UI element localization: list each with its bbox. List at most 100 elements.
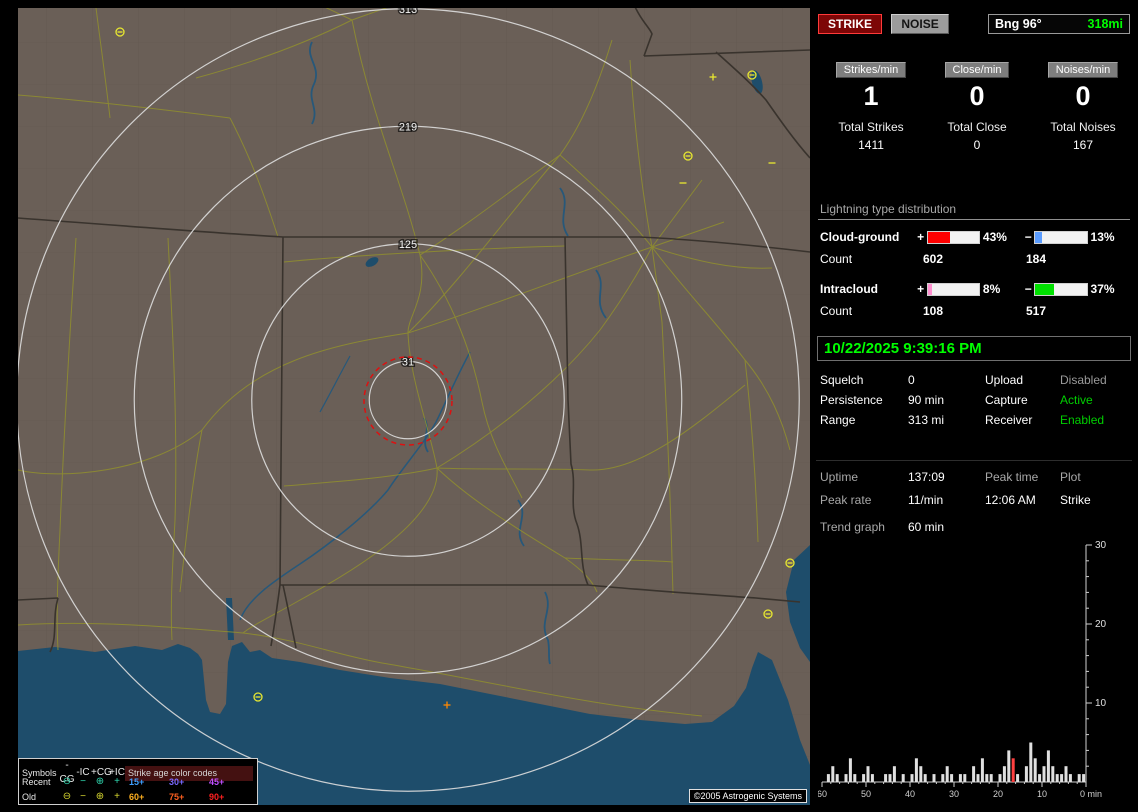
lightning-map[interactable]: 313 219 125 31 Symbols -CG -IC +CG +IC Stri…	[18, 8, 810, 805]
peak-time-label: Peak time	[985, 470, 1060, 484]
pos-cg-old-icon: ⊕	[91, 790, 109, 804]
age-30: 30+	[165, 775, 205, 789]
rate-counters: Strikes/min 1 Total Strikes 1411 Close/m…	[816, 62, 1132, 152]
pos-ic-recent-icon: +	[109, 775, 125, 789]
map-canvas[interactable]: 313 219 125 31	[18, 8, 810, 805]
total-strikes-value: 1411	[818, 138, 924, 152]
strikes-per-min-label: Strikes/min	[836, 62, 906, 78]
neg-ic-old-icon: −	[75, 790, 91, 804]
total-close-value: 0	[924, 138, 1030, 152]
trend-graph: 3020106050403020100 min	[818, 535, 1128, 797]
map-legend: Symbols -CG -IC +CG +IC Strike age color…	[18, 758, 258, 805]
ic-positive-pct: 8%	[980, 282, 1022, 296]
close-per-min-value: 0	[924, 80, 1030, 112]
uptime-label: Uptime	[820, 470, 908, 484]
old-label: Old	[19, 790, 59, 804]
copyright-label: ©2005 Astrogenic Systems	[689, 789, 807, 803]
total-close-label: Total Close	[924, 120, 1030, 134]
current-datetime: 10/22/2025 9:39:16 PM	[817, 336, 1131, 361]
receiver-settings-table: Squelch 0 Upload Disabled Persistence 90…	[816, 370, 1132, 430]
plot-label: Plot	[1060, 470, 1132, 484]
strikes-counter-column: Strikes/min 1 Total Strikes 1411	[818, 62, 924, 152]
plus-sign: +	[915, 282, 927, 296]
range-value: 313 mi	[908, 413, 985, 427]
neg-cg-old-icon: ⊖	[59, 790, 75, 804]
svg-text:0 min: 0 min	[1080, 789, 1102, 797]
cg-negative-bar	[1034, 231, 1087, 244]
cg-positive-pct: 43%	[980, 230, 1022, 244]
total-noises-label: Total Noises	[1030, 120, 1136, 134]
mode-buttons-row: STRIKE NOISE Bng 96° 318mi	[816, 14, 1132, 38]
bearing-label: Bng 96°	[995, 17, 1042, 31]
capture-label: Capture	[985, 393, 1060, 407]
distribution-title: Lightning type distribution	[818, 202, 1130, 220]
age-60: 60+	[125, 790, 165, 804]
minus-sign: −	[1022, 282, 1034, 296]
range-label: Range	[820, 413, 908, 427]
pos-cg-recent-icon: ⊕	[91, 775, 109, 789]
bearing-distance: 318mi	[1088, 17, 1123, 31]
svg-text:30: 30	[949, 789, 959, 797]
cg-positive-count: 602	[923, 252, 1026, 266]
cloud-ground-row: Cloud-ground + 43% − 13%	[818, 226, 1130, 248]
cg-negative-count: 184	[1026, 252, 1130, 266]
datetime-section: 10/22/2025 9:39:16 PM	[817, 336, 1131, 361]
svg-text:219: 219	[399, 121, 417, 133]
recent-label: Recent	[19, 775, 59, 789]
ic-negative-count: 517	[1026, 304, 1130, 318]
intracloud-counts: Count 108 517	[818, 300, 1130, 322]
strikes-per-min-value: 1	[818, 80, 924, 112]
nexstorm-window: 313 219 125 31 Symbols -CG -IC +CG +IC Stri…	[0, 0, 1138, 812]
intracloud-label: Intracloud	[818, 282, 915, 296]
legend-recent-row: Recent ⊖ − ⊕ + 15+ 30+ 45+	[19, 774, 257, 789]
upload-status: Disabled	[1060, 373, 1132, 387]
noise-mode-button[interactable]: NOISE	[891, 14, 948, 34]
svg-text:10: 10	[1037, 789, 1047, 797]
count-label: Count	[818, 252, 923, 266]
svg-text:313: 313	[399, 8, 417, 16]
capture-status: Active	[1060, 393, 1132, 407]
svg-text:125: 125	[399, 239, 417, 251]
noises-per-min-value: 0	[1030, 80, 1136, 112]
svg-text:60: 60	[818, 789, 827, 797]
pos-ic-old-icon: +	[109, 790, 125, 804]
receiver-status: Enabled	[1060, 413, 1132, 427]
status-panel: STRIKE NOISE Bng 96° 318mi Strikes/min 1…	[816, 8, 1132, 805]
svg-text:10: 10	[1095, 698, 1107, 709]
cloud-ground-label: Cloud-ground	[818, 230, 915, 244]
age-45: 45+	[205, 775, 253, 789]
squelch-value: 0	[908, 373, 985, 387]
ic-positive-count: 108	[923, 304, 1026, 318]
intracloud-row: Intracloud + 8% − 37%	[818, 278, 1130, 300]
trend-graph-label: Trend graph	[820, 520, 908, 534]
close-counter-column: Close/min 0 Total Close 0	[924, 62, 1030, 152]
legend-header-row: Symbols -CG -IC +CG +IC Strike age color…	[19, 759, 257, 774]
cloud-ground-counts: Count 602 184	[818, 248, 1130, 270]
receiver-label: Receiver	[985, 413, 1060, 427]
session-stats: Uptime 137:09 Peak time Plot Peak rate 1…	[816, 460, 1132, 511]
neg-ic-recent-icon: −	[75, 775, 91, 789]
plus-sign: +	[915, 230, 927, 244]
count-label: Count	[818, 304, 923, 318]
peak-rate-label: Peak rate	[820, 493, 908, 507]
age-75: 75+	[165, 790, 205, 804]
svg-text:20: 20	[1095, 619, 1107, 630]
ic-negative-pct: 37%	[1088, 282, 1130, 296]
persistence-label: Persistence	[820, 393, 908, 407]
svg-text:40: 40	[905, 789, 915, 797]
cg-positive-bar	[927, 231, 980, 244]
svg-text:20: 20	[993, 789, 1003, 797]
neg-cg-recent-icon: ⊖	[59, 775, 75, 789]
ic-negative-bar	[1034, 283, 1087, 296]
strike-mode-button[interactable]: STRIKE	[818, 14, 882, 34]
trend-window-value: 60 min	[908, 520, 985, 534]
persistence-value: 90 min	[908, 393, 985, 407]
lightning-distribution: Lightning type distribution Cloud-ground…	[816, 202, 1132, 322]
legend-old-row: Old ⊖ − ⊕ + 60+ 75+ 90+	[19, 789, 257, 804]
age-15: 15+	[125, 775, 165, 789]
noises-counter-column: Noises/min 0 Total Noises 167	[1030, 62, 1136, 152]
squelch-label: Squelch	[820, 373, 908, 387]
svg-text:31: 31	[402, 356, 414, 368]
total-strikes-label: Total Strikes	[818, 120, 924, 134]
age-90: 90+	[205, 790, 253, 804]
